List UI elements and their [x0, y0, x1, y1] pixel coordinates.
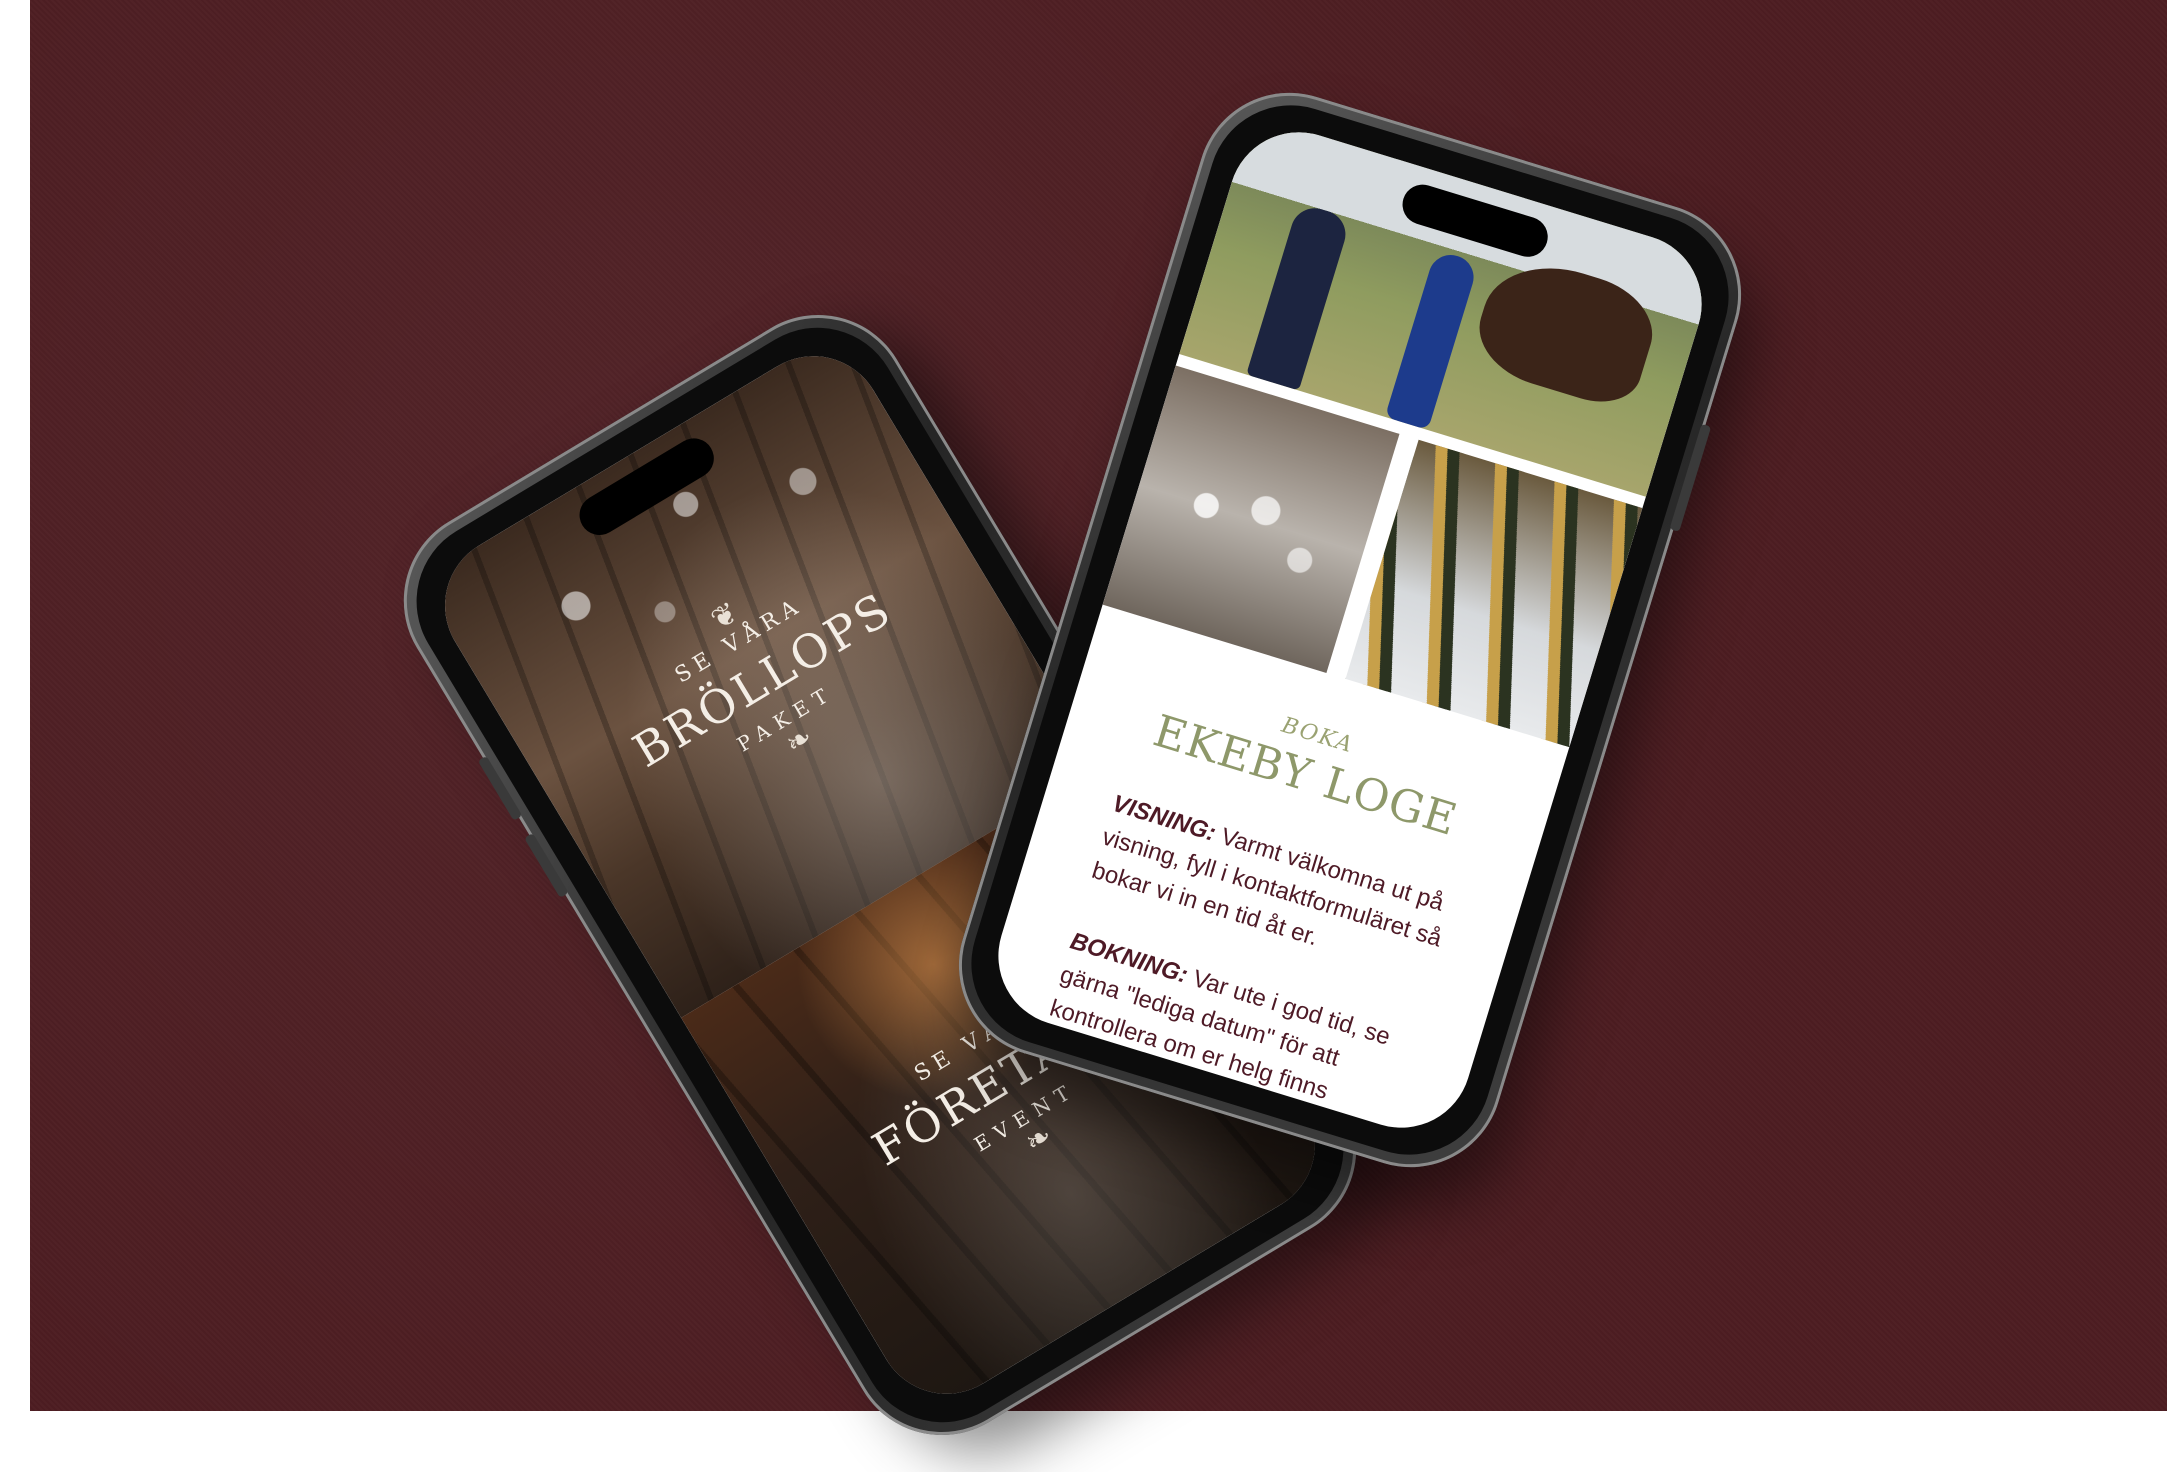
bride-figure: [1384, 249, 1480, 431]
viewing-text: Varmt välkomna ut på visning, fyll i kon…: [1088, 823, 1448, 953]
table-glasses-photo: [1102, 365, 1400, 674]
champagne-bucket-photo: [1345, 439, 1643, 748]
horse-figure: [1467, 248, 1665, 414]
wedding-caption: ❦ SE VÅRA BRÖLLOPS PAKET ❧: [508, 478, 1016, 879]
groom-figure: [1246, 202, 1352, 391]
